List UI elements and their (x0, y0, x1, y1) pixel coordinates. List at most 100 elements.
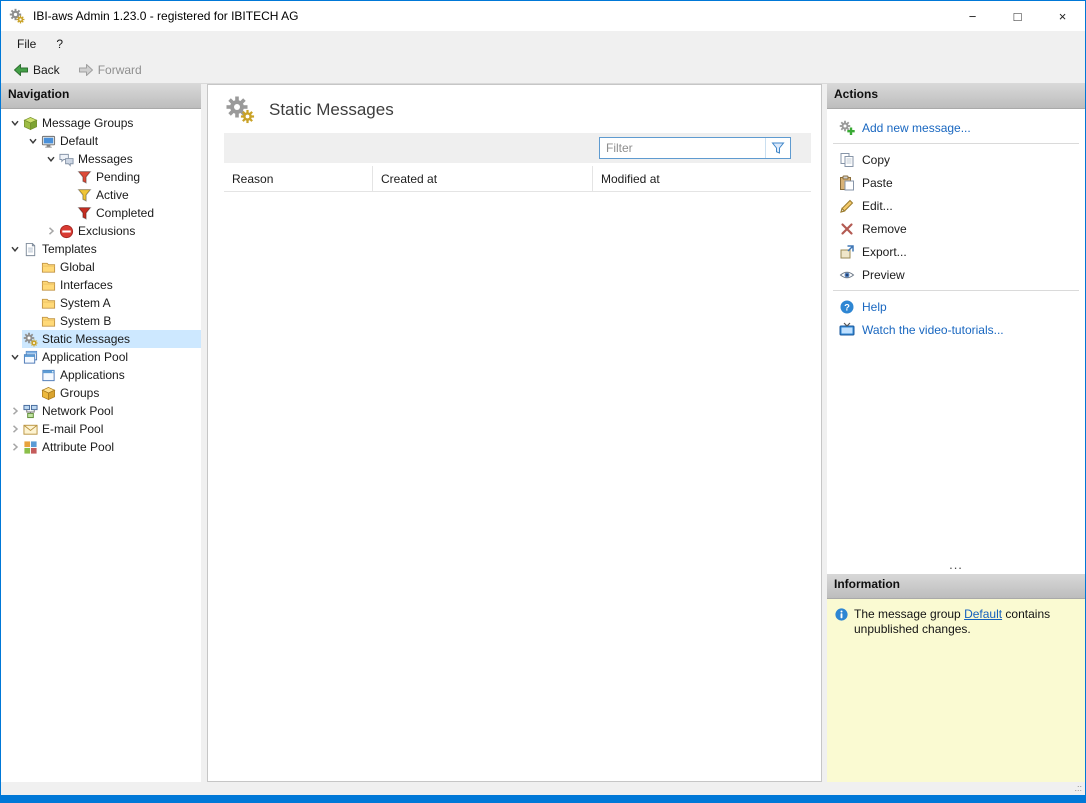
tree-item-pending[interactable]: Pending (1, 168, 201, 186)
tree-item-default[interactable]: Default (1, 132, 201, 150)
action-preview[interactable]: Preview (827, 263, 1085, 286)
chevron-right-icon[interactable] (7, 440, 22, 455)
chevron-right-icon[interactable] (7, 422, 22, 437)
tree-item-email-pool[interactable]: E-mail Pool (1, 420, 201, 438)
close-icon: × (1059, 9, 1067, 24)
chevron-right-icon[interactable] (43, 224, 58, 239)
expander-spacer (61, 188, 76, 203)
information-message: The message group Default contains unpub… (854, 607, 1078, 637)
pending-funnel-icon (77, 170, 92, 185)
tree-label: Network Pool (42, 404, 113, 418)
tree-item-interfaces[interactable]: Interfaces (1, 276, 201, 294)
close-button[interactable]: × (1040, 1, 1085, 31)
minimize-button[interactable]: − (950, 1, 995, 31)
content-header: Static Messages (208, 85, 821, 133)
action-export[interactable]: Export... (827, 240, 1085, 263)
exclusions-icon (59, 224, 74, 239)
action-label: Preview (862, 268, 905, 282)
titlebar: IBI-aws Admin 1.23.0 - registered for IB… (1, 1, 1085, 31)
action-paste[interactable]: Paste (827, 171, 1085, 194)
back-label: Back (33, 63, 60, 77)
default-group-link[interactable]: Default (964, 607, 1002, 621)
table-header: Reason Created at Modified at (224, 166, 811, 192)
tree-item-system-a[interactable]: System A (1, 294, 201, 312)
forward-label: Forward (98, 63, 142, 77)
column-header-modified-at[interactable]: Modified at (592, 166, 811, 191)
actions-list: Add new message... Copy Paste Edit... (827, 109, 1085, 561)
tree-item-message-groups[interactable]: Message Groups (1, 114, 201, 132)
column-header-created-at[interactable]: Created at (372, 166, 592, 191)
action-label: Watch the video-tutorials... (862, 323, 1004, 337)
menubar: File ? (1, 31, 1085, 57)
maximize-button[interactable]: □ (995, 1, 1040, 31)
action-copy[interactable]: Copy (827, 148, 1085, 171)
gear-icon (23, 332, 38, 347)
panel-splitter-handle[interactable]: ... (827, 561, 1085, 574)
folder-icon (41, 296, 56, 311)
menu-help[interactable]: ? (46, 33, 73, 55)
filter-input[interactable] (600, 138, 765, 158)
tree-label: System A (60, 296, 111, 310)
tree-item-system-b[interactable]: System B (1, 312, 201, 330)
folder-icon (41, 260, 56, 275)
menu-file[interactable]: File (7, 33, 46, 55)
tree-label: Default (60, 134, 98, 148)
messages-icon (59, 152, 74, 167)
action-edit[interactable]: Edit... (827, 194, 1085, 217)
chevron-down-icon[interactable] (43, 152, 58, 167)
right-column: Actions Add new message... Copy Paste (827, 84, 1085, 782)
copy-icon (839, 152, 855, 168)
video-tutorials-icon (839, 322, 855, 338)
statusbar: .:: (1, 782, 1085, 795)
maximize-icon: □ (1014, 9, 1022, 24)
groups-icon (41, 386, 56, 401)
forward-button[interactable]: Forward (70, 60, 150, 80)
chevron-down-icon[interactable] (25, 134, 40, 149)
information-body: The message group Default contains unpub… (827, 599, 1085, 782)
tree-item-global[interactable]: Global (1, 258, 201, 276)
minimize-icon: − (969, 9, 977, 24)
tree-item-templates[interactable]: Templates (1, 240, 201, 258)
column-header-reason[interactable]: Reason (224, 166, 372, 191)
tree-label: Exclusions (78, 224, 135, 238)
static-messages-page-icon (224, 94, 256, 126)
filter-band (224, 133, 811, 163)
chevron-down-icon[interactable] (7, 242, 22, 257)
tree-item-application-pool[interactable]: Application Pool (1, 348, 201, 366)
toolbar: Back Forward (1, 57, 1085, 84)
content-panel: Static Messages Reason Created at Modifi… (207, 84, 822, 782)
chevron-right-icon[interactable] (7, 404, 22, 419)
back-button[interactable]: Back (5, 60, 68, 80)
main-area: Navigation Message Groups Default Messag… (1, 84, 1085, 782)
tree-label: Pending (96, 170, 140, 184)
tree-item-messages[interactable]: Messages (1, 150, 201, 168)
tree-item-exclusions[interactable]: Exclusions (1, 222, 201, 240)
computer-icon (41, 134, 56, 149)
chevron-down-icon[interactable] (7, 350, 22, 365)
expander-spacer (7, 332, 22, 347)
action-watch-video-tutorials[interactable]: Watch the video-tutorials... (827, 318, 1085, 341)
tree-item-completed[interactable]: Completed (1, 204, 201, 222)
add-message-icon (839, 120, 855, 136)
chevron-down-icon[interactable] (7, 116, 22, 131)
window-bottom-border (1, 795, 1085, 802)
tree-item-network-pool[interactable]: Network Pool (1, 402, 201, 420)
tree-label: Active (96, 188, 129, 202)
tree-item-static-messages[interactable]: Static Messages (1, 330, 201, 348)
window-title: IBI-aws Admin 1.23.0 - registered for IB… (33, 9, 950, 23)
action-help[interactable]: Help (827, 295, 1085, 318)
action-add-new-message[interactable]: Add new message... (827, 116, 1085, 139)
tree-item-applications[interactable]: Applications (1, 366, 201, 384)
resize-grip[interactable]: .:: (1074, 784, 1082, 793)
tree-label: Groups (60, 386, 99, 400)
tree-item-groups[interactable]: Groups (1, 384, 201, 402)
paste-icon (839, 175, 855, 191)
expander-spacer (61, 206, 76, 221)
applications-icon (41, 368, 56, 383)
folder-icon (41, 278, 56, 293)
action-remove[interactable]: Remove (827, 217, 1085, 240)
filter-icon[interactable] (765, 138, 790, 158)
network-icon (23, 404, 38, 419)
tree-item-attribute-pool[interactable]: Attribute Pool (1, 438, 201, 456)
tree-item-active[interactable]: Active (1, 186, 201, 204)
